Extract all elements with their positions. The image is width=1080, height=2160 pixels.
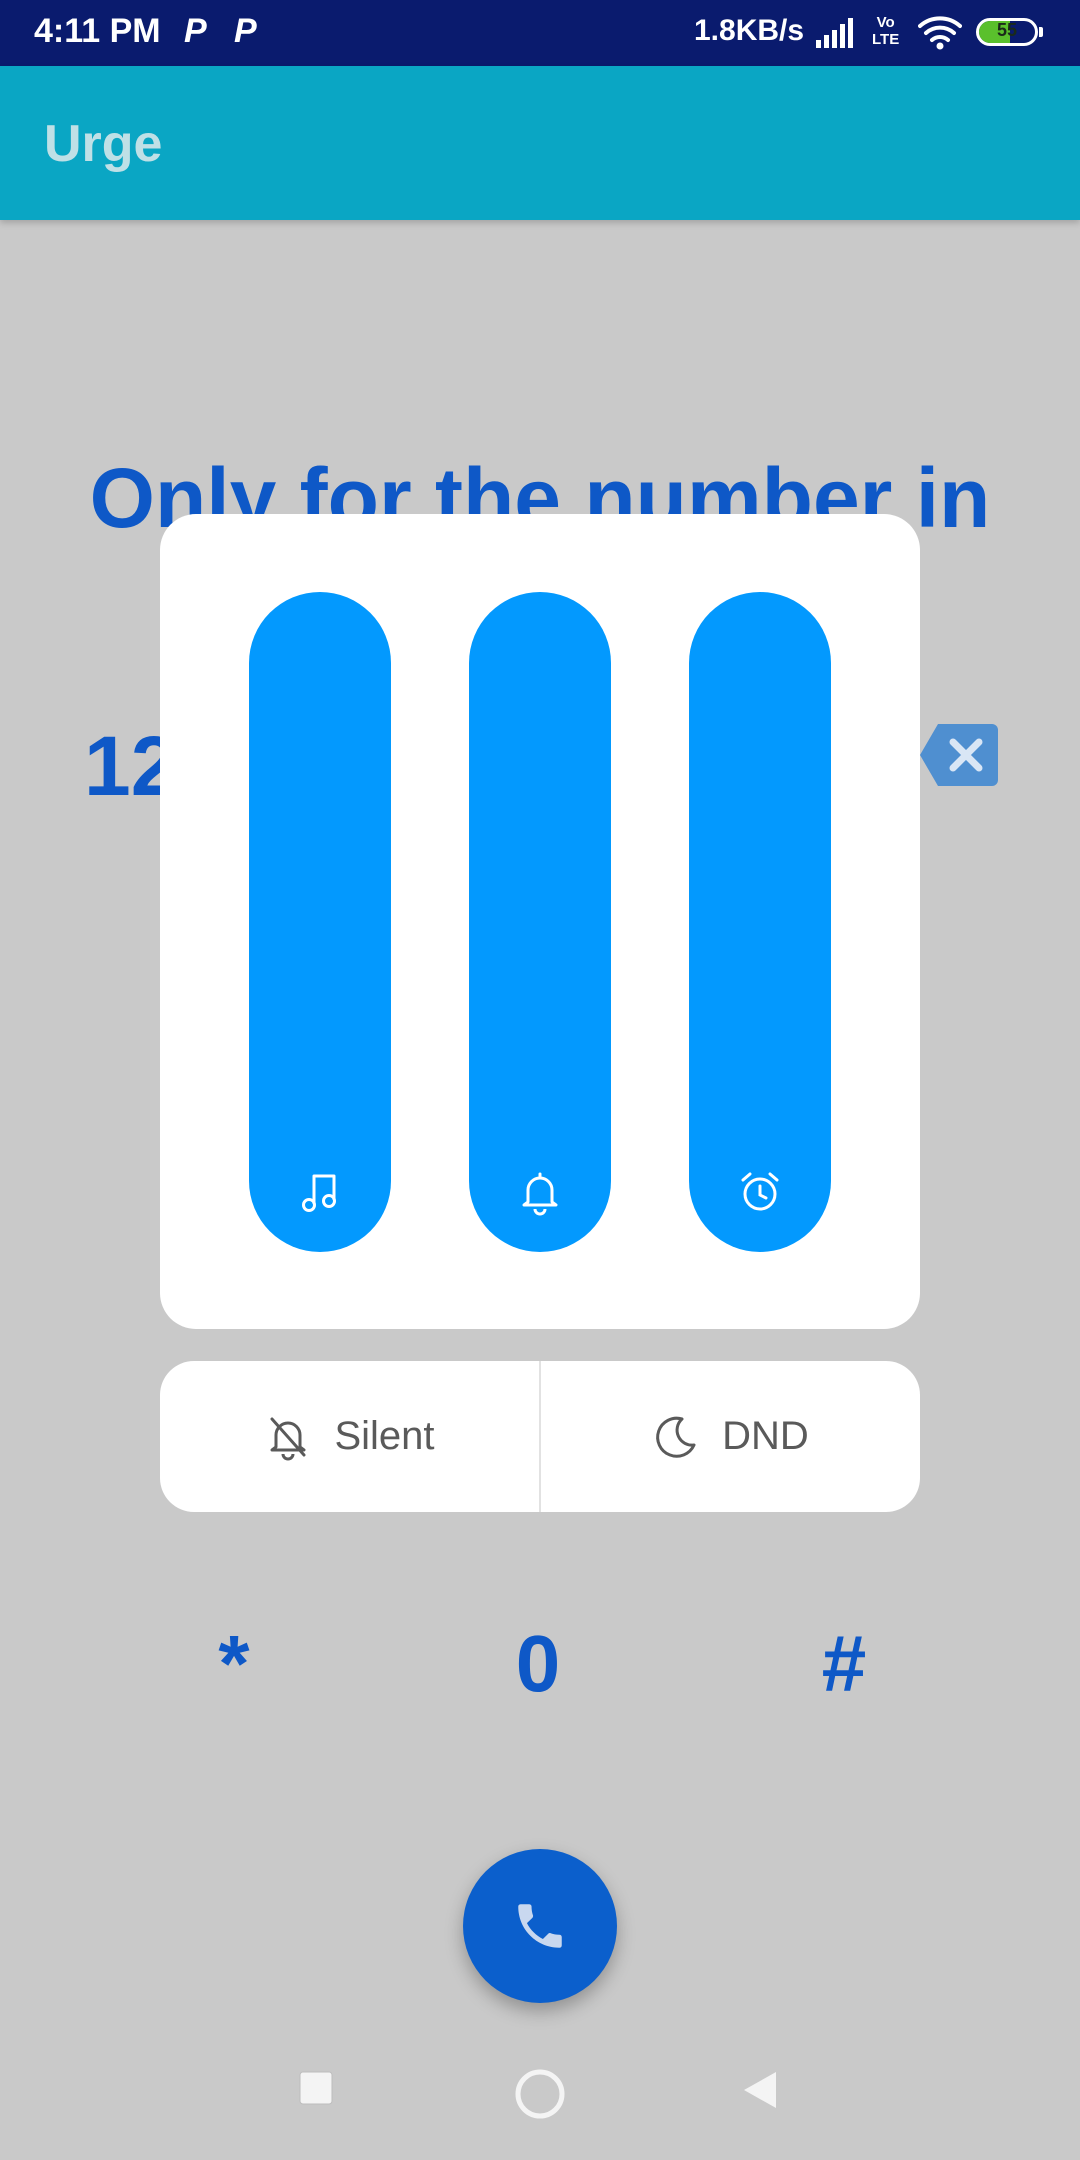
- call-button[interactable]: [463, 1849, 617, 2003]
- signal-icon: [816, 18, 853, 48]
- battery-level: 55: [996, 20, 1018, 40]
- home-icon[interactable]: [514, 2068, 566, 2120]
- ringer-volume-slider[interactable]: [469, 592, 611, 1252]
- key-hash[interactable]: #: [784, 1618, 904, 1710]
- battery-icon: 55: [976, 18, 1038, 46]
- key-star[interactable]: *: [174, 1618, 294, 1710]
- dnd-label: DND: [722, 1414, 809, 1458]
- status-time: 4:11 PM: [34, 12, 161, 50]
- alarm-volume-slider[interactable]: [689, 592, 831, 1252]
- silent-button[interactable]: Silent: [160, 1361, 539, 1512]
- bell-icon: [522, 1172, 558, 1216]
- ringer-mode-panel: Silent DND: [160, 1361, 920, 1512]
- dnd-button[interactable]: DND: [541, 1361, 920, 1512]
- app-bar: Urge: [0, 66, 1080, 220]
- notification-p-icon: P: [234, 12, 257, 50]
- back-icon[interactable]: [740, 2068, 780, 2112]
- app-title: Urge: [44, 115, 163, 173]
- network-speed: 1.8KB/s: [694, 14, 805, 47]
- volume-panel: [160, 514, 920, 1329]
- music-note-icon: [302, 1174, 336, 1212]
- recents-icon[interactable]: [296, 2068, 336, 2108]
- battery-tip: [1039, 27, 1043, 37]
- moon-icon: [656, 1416, 696, 1458]
- volte-top-label: Vo: [876, 14, 895, 31]
- key-zero[interactable]: 0: [478, 1618, 598, 1710]
- silent-label: Silent: [334, 1414, 435, 1458]
- backspace-icon[interactable]: [920, 724, 998, 786]
- media-volume-slider[interactable]: [249, 592, 391, 1252]
- status-bar: 4:11 PM P P 1.8KB/s Vo LTE 55: [0, 0, 1080, 66]
- alarm-clock-icon: [741, 1172, 779, 1211]
- volte-icon: Vo LTE: [872, 14, 899, 48]
- notification-p-icon: P: [184, 12, 207, 50]
- phone-icon: [518, 1904, 562, 1948]
- wifi-icon: [918, 16, 962, 50]
- bell-off-icon: [270, 1417, 306, 1460]
- navigation-bar: [0, 2040, 1080, 2160]
- volte-bottom-label: LTE: [872, 31, 900, 48]
